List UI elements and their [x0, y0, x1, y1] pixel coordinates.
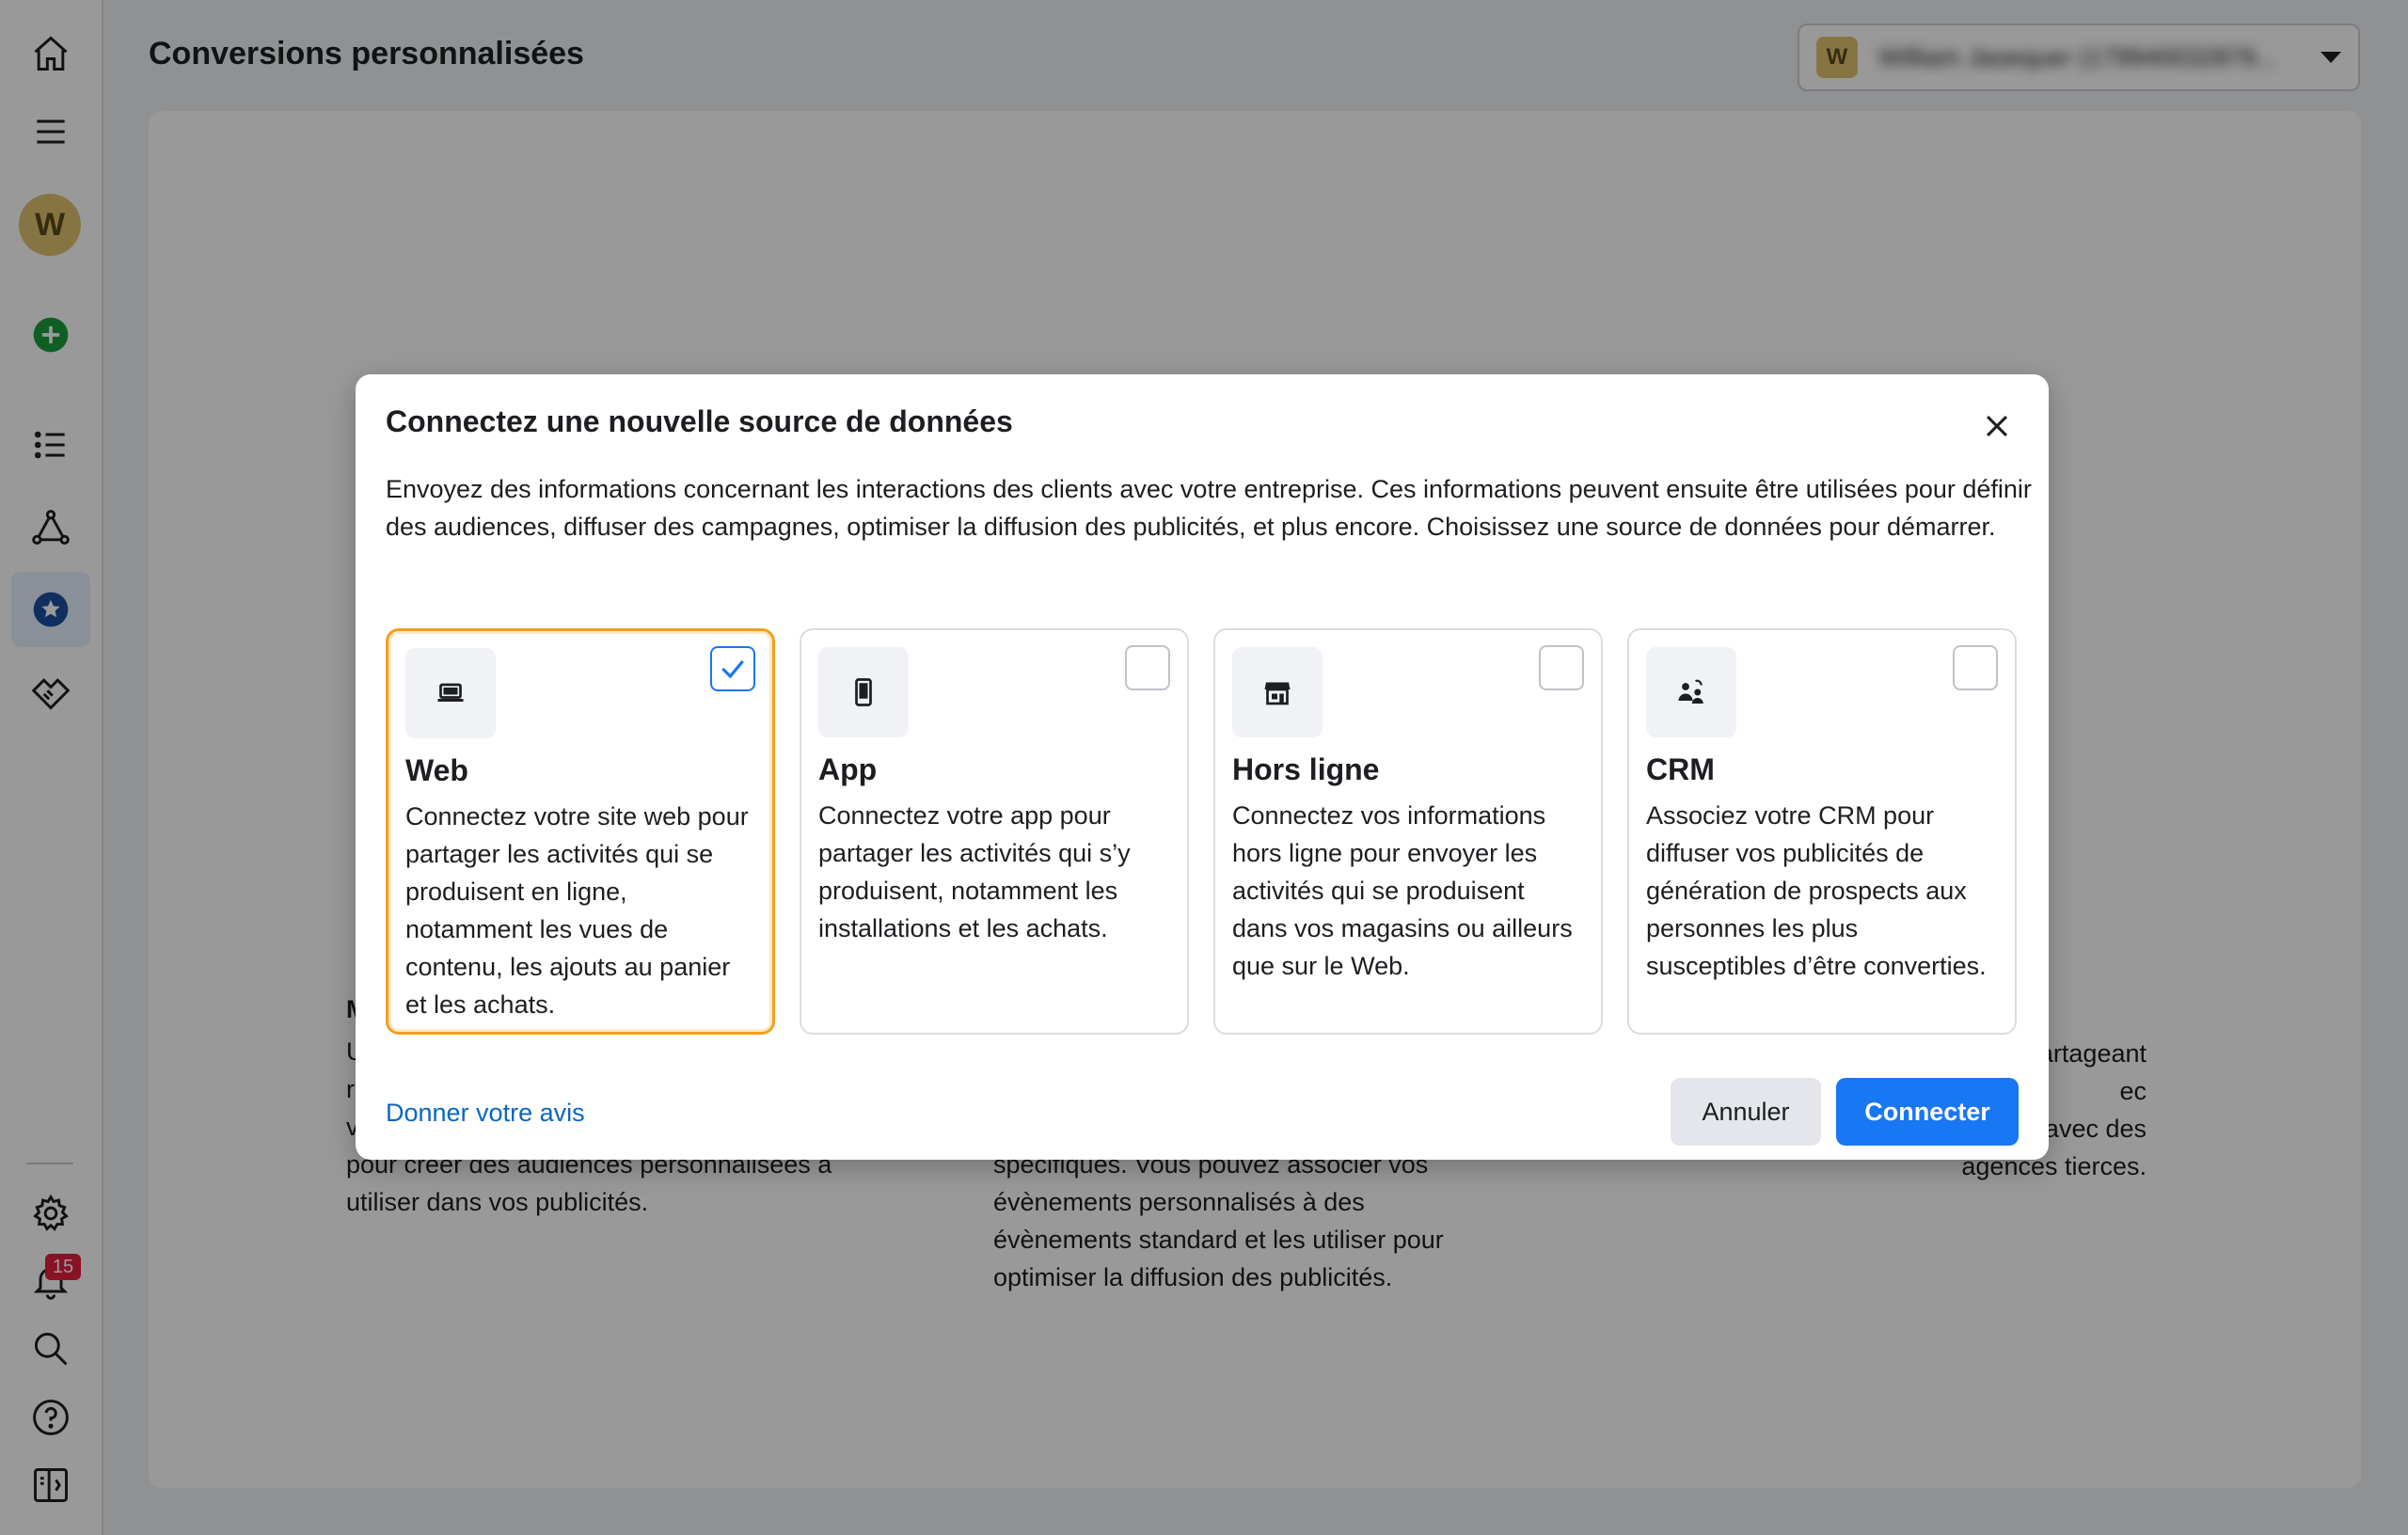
card-title: CRM [1646, 752, 1715, 786]
dialog-description: Envoyez des informations concernant les … [386, 475, 2032, 541]
dialog-title: Connectez une nouvelle source de données [386, 404, 1013, 438]
card-title: Hors ligne [1232, 752, 1380, 786]
close-button[interactable] [1973, 403, 2020, 450]
give-feedback-link[interactable]: Donner votre avis [386, 1099, 585, 1128]
connect-data-source-dialog: Connectez une nouvelle source de données… [356, 374, 2049, 1160]
store-icon [1264, 682, 1291, 705]
laptop-icon [437, 683, 464, 702]
card-checkbox-offline[interactable] [1539, 645, 1584, 690]
close-icon [1986, 415, 2008, 437]
people-icon [1678, 679, 1703, 704]
card-description: Connectez votre app pour partager les ac… [818, 801, 1131, 942]
card-checkbox-web[interactable] [710, 646, 755, 691]
card-icon-box [405, 648, 496, 738]
card-icon-box [1232, 647, 1323, 737]
cancel-button[interactable]: Annuler [1671, 1078, 1821, 1146]
card-icon-box [1646, 647, 1736, 737]
checkmark-icon [721, 659, 744, 679]
card-description: Associez votre CRM pour diffuser vos pub… [1646, 801, 1987, 980]
card-description: Connectez vos informations hors ligne po… [1232, 801, 1573, 980]
card-checkbox-crm[interactable] [1953, 645, 1998, 690]
card-description: Connectez votre site web pour partager l… [405, 802, 749, 1019]
phone-icon [855, 678, 872, 706]
source-card-offline[interactable]: Hors ligne Connectez vos informations ho… [1213, 628, 1603, 1035]
card-title: Web [405, 753, 468, 787]
source-card-web[interactable]: Web Connectez votre site web pour partag… [386, 628, 775, 1035]
card-title: App [818, 752, 878, 786]
connect-button[interactable]: Connecter [1836, 1078, 2019, 1146]
source-card-crm[interactable]: CRM Associez votre CRM pour diffuser vos… [1627, 628, 2017, 1035]
card-icon-box [818, 647, 909, 737]
card-checkbox-app[interactable] [1125, 645, 1170, 690]
source-card-app[interactable]: App Connectez votre app pour partager le… [800, 628, 1189, 1035]
